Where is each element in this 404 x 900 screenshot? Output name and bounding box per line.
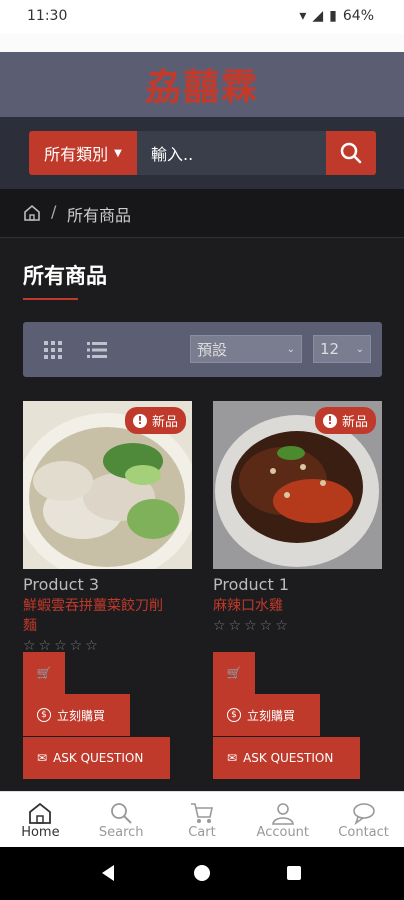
product-description-line: 麵 <box>23 618 37 634</box>
nav-label: Home <box>21 825 60 840</box>
buy-now-button[interactable]: $ 立刻購買 <box>23 694 130 736</box>
buy-now-label: 立刻購買 <box>57 708 106 723</box>
page-title: 所有商品 <box>23 264 107 288</box>
product-description-line: 鮮蝦雲吞拼薑菜餃刀削 <box>23 598 163 614</box>
title-underline <box>23 298 78 300</box>
product-card[interactable]: ! 新品 Product 1 麻辣口水雞 ☆☆☆☆☆ <box>213 401 382 634</box>
category-dropdown[interactable]: 所有類別 ▼ <box>29 131 137 175</box>
status-time: 11:30 <box>27 8 68 24</box>
nav-contact[interactable]: Contact <box>323 792 404 848</box>
search-input[interactable]: 輸入.. <box>137 131 326 175</box>
nav-account[interactable]: Account <box>242 792 323 848</box>
product-description[interactable]: 麻辣口水雞 <box>213 596 382 616</box>
product-card[interactable]: ! 新品 Product 3 鮮蝦雲吞拼薑菜餃刀削 麵 ☆☆☆☆☆ <box>23 401 192 654</box>
account-icon <box>271 803 294 825</box>
dollar-icon: $ <box>227 708 241 722</box>
breadcrumb-current: 所有商品 <box>67 206 132 225</box>
search-icon <box>340 142 362 164</box>
nav-home[interactable]: Home <box>0 792 81 848</box>
grid-view-icon[interactable] <box>41 338 65 362</box>
add-to-cart-button[interactable]: 🛒 <box>23 652 65 694</box>
buy-now-button[interactable]: $ 立刻購買 <box>213 694 320 736</box>
brand-bar: 劦囍霖 <box>0 52 404 117</box>
recents-icon[interactable] <box>284 863 304 883</box>
sort-value: 預設 <box>197 340 228 359</box>
caret-down-icon: ▼ <box>114 147 122 159</box>
ask-question-label: ASK QUESTION <box>243 751 334 765</box>
ask-question-button[interactable]: ✉ ASK QUESTION <box>213 737 360 779</box>
breadcrumb-separator: / <box>51 202 57 221</box>
product-name[interactable]: Product 3 <box>23 575 192 594</box>
battery-level: 64% <box>342 8 374 24</box>
mail-icon: ✉ <box>227 751 238 765</box>
per-page-value: 12 <box>320 340 340 358</box>
info-icon: ! <box>132 413 147 428</box>
new-badge: ! 新品 <box>314 407 376 434</box>
buy-now-label: 立刻購買 <box>247 708 296 723</box>
cart-icon: 🛒 <box>36 666 52 680</box>
list-view-icon[interactable] <box>85 338 109 362</box>
chevron-down-icon: ⌄ <box>355 343 364 355</box>
per-page-select[interactable]: 12 ⌄ <box>313 335 371 363</box>
nav-label: Cart <box>188 825 216 840</box>
breadcrumb: / 所有商品 <box>0 189 404 238</box>
status-icons: ▾ ◢ ▮ 64% <box>299 8 374 24</box>
product-toolbar: 預設 ⌄ 12 ⌄ <box>23 322 382 377</box>
nav-search[interactable]: Search <box>81 792 162 848</box>
top-spacer <box>0 34 404 52</box>
nav-label: Contact <box>338 825 389 840</box>
ask-question-button[interactable]: ✉ ASK QUESTION <box>23 737 170 779</box>
cart-icon <box>190 803 213 823</box>
home-icon <box>29 802 52 824</box>
home-icon[interactable] <box>23 204 41 222</box>
search-placeholder: 輸入.. <box>151 145 194 164</box>
wifi-icon: ▾ <box>299 8 307 24</box>
add-to-cart-button[interactable]: 🛒 <box>213 652 255 694</box>
chevron-down-icon: ⌄ <box>286 343 295 355</box>
product-description-line: 麻辣口水雞 <box>213 598 283 614</box>
bottom-nav: Home Search Cart Account Contact <box>0 791 404 848</box>
brand-logo[interactable]: 劦囍霖 <box>0 58 404 110</box>
badge-label: 新品 <box>151 415 178 430</box>
back-icon[interactable] <box>98 863 118 883</box>
status-bar: 11:30 ▾ ◢ ▮ 64% <box>0 0 404 34</box>
cart-icon: 🛒 <box>226 666 242 680</box>
system-nav-bar <box>0 847 404 900</box>
product-image[interactable]: ! 新品 <box>213 401 382 569</box>
ask-question-label: ASK QUESTION <box>53 751 144 765</box>
mail-icon: ✉ <box>37 751 48 765</box>
signal-icon: ◢ <box>312 8 324 24</box>
battery-icon: ▮ <box>329 8 337 24</box>
badge-label: 新品 <box>341 415 368 430</box>
sort-select[interactable]: 預設 ⌄ <box>190 335 302 363</box>
nav-label: Search <box>98 825 144 840</box>
main-content: 所有商品 預設 ⌄ 12 ⌄ ! 新品 Product 3 鮮蝦雲吞拼薑菜餃刀削… <box>0 238 404 791</box>
nav-label: Account <box>256 825 310 840</box>
search-button[interactable] <box>326 131 376 175</box>
info-icon: ! <box>322 413 337 428</box>
chat-icon <box>352 803 375 825</box>
search-icon <box>111 803 132 824</box>
product-image[interactable]: ! 新品 <box>23 401 192 569</box>
new-badge: ! 新品 <box>124 407 186 434</box>
dollar-icon: $ <box>37 708 51 722</box>
category-label: 所有類別 <box>44 145 109 164</box>
rating-stars: ☆☆☆☆☆ <box>213 618 291 634</box>
search-bar: 所有類別 ▼ 輸入.. <box>0 117 404 189</box>
nav-cart[interactable]: Cart <box>162 792 243 848</box>
product-description[interactable]: 鮮蝦雲吞拼薑菜餃刀削 麵 <box>23 596 192 636</box>
home-circle-icon[interactable] <box>192 863 212 883</box>
product-name[interactable]: Product 1 <box>213 575 382 594</box>
